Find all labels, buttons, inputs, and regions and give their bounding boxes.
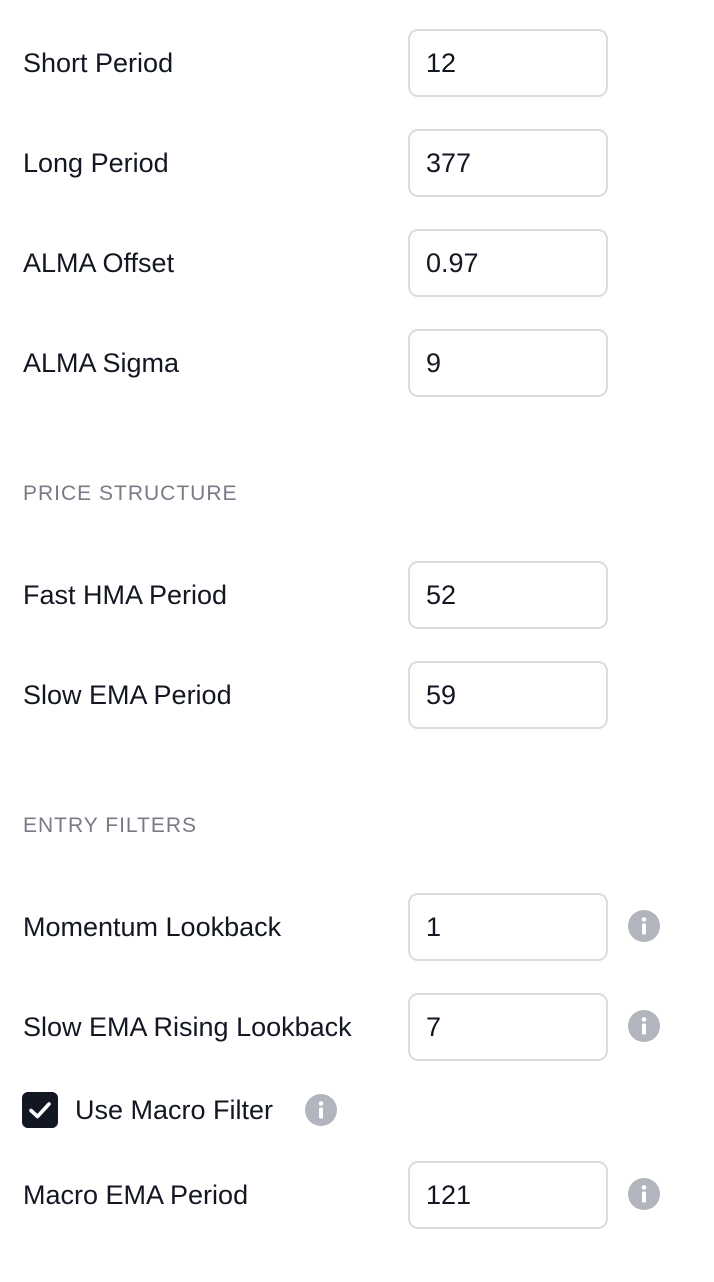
macro-ema-period-row: Macro EMA Period: [0, 1161, 714, 1229]
slow-ema-rising-lookback-label: Slow EMA Rising Lookback: [23, 1012, 352, 1042]
price-structure-heading: PRICE STRUCTURE: [23, 482, 238, 505]
alma-sigma-input[interactable]: [410, 331, 602, 395]
macro-ema-period-input[interactable]: [410, 1163, 602, 1227]
long-period-row: Long Period: [0, 129, 714, 197]
fast-hma-period-input[interactable]: [410, 563, 602, 627]
alma-offset-row: ALMA Offset: [0, 229, 714, 297]
short-period-input[interactable]: [410, 31, 602, 95]
info-icon[interactable]: [305, 1094, 337, 1126]
alma-sigma-label: ALMA Sigma: [23, 348, 180, 378]
momentum-lookback-input[interactable]: [410, 895, 602, 959]
slow-ema-rising-lookback-input[interactable]: [410, 995, 602, 1059]
fast-hma-period-label: Fast HMA Period: [23, 580, 228, 610]
alma-offset-input[interactable]: [410, 231, 602, 295]
checkmark-icon: [29, 1102, 51, 1119]
use-macro-filter-label[interactable]: Use Macro Filter: [75, 1088, 273, 1132]
alma-sigma-field[interactable]: [408, 329, 608, 397]
slow-ema-period-label: Slow EMA Period: [23, 680, 232, 710]
fast-hma-period-field[interactable]: [408, 561, 608, 629]
long-period-field[interactable]: [408, 129, 608, 197]
info-icon[interactable]: [628, 1010, 660, 1042]
long-period-label: Long Period: [23, 148, 169, 178]
short-period-field[interactable]: [408, 29, 608, 97]
macro-ema-period-field[interactable]: [408, 1161, 608, 1229]
short-period-row: Short Period: [0, 29, 714, 97]
slow-ema-rising-lookback-row: Slow EMA Rising Lookback: [0, 993, 714, 1061]
alma-offset-label: ALMA Offset: [23, 248, 175, 278]
fast-hma-period-row: Fast HMA Period: [0, 561, 714, 629]
slow-ema-period-input[interactable]: [410, 663, 602, 727]
macro-ema-period-label: Macro EMA Period: [23, 1180, 249, 1210]
short-period-label: Short Period: [23, 48, 174, 78]
alma-sigma-row: ALMA Sigma: [0, 329, 714, 397]
alma-offset-field[interactable]: [408, 229, 608, 297]
slow-ema-rising-lookback-field[interactable]: [408, 993, 608, 1061]
long-period-input[interactable]: [410, 131, 602, 195]
info-icon[interactable]: [628, 1178, 660, 1210]
momentum-lookback-label: Momentum Lookback: [23, 912, 282, 942]
use-macro-filter-checkbox[interactable]: [22, 1092, 58, 1128]
momentum-lookback-row: Momentum Lookback: [0, 893, 714, 961]
slow-ema-period-row: Slow EMA Period: [0, 661, 714, 729]
info-icon[interactable]: [628, 910, 660, 942]
slow-ema-period-field[interactable]: [408, 661, 608, 729]
momentum-lookback-field[interactable]: [408, 893, 608, 961]
entry-filters-heading: ENTRY FILTERS: [23, 814, 198, 837]
